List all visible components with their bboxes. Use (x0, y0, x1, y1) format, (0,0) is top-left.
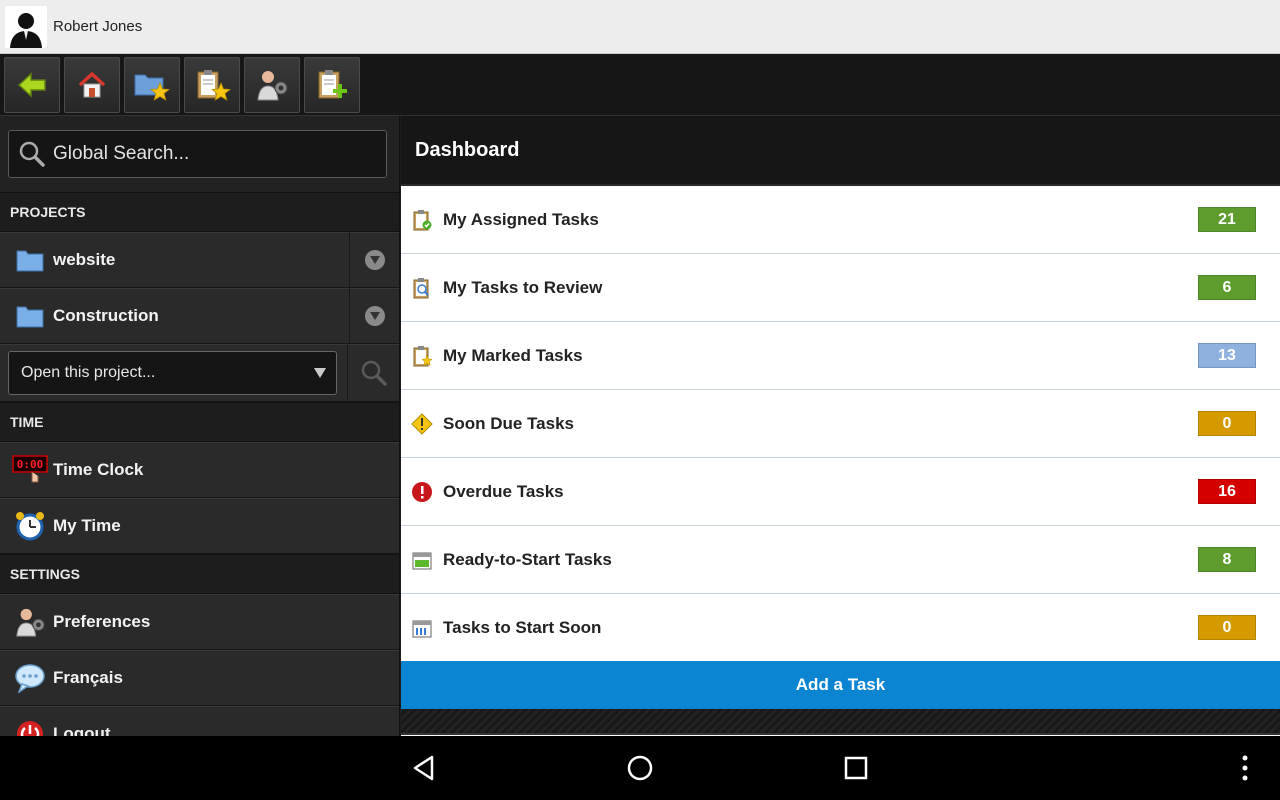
folder-star-icon (134, 74, 171, 101)
triangle-back-icon (413, 755, 434, 781)
project-item-website[interactable]: website (0, 232, 399, 288)
chevron-down-icon (364, 250, 385, 270)
dropdown-arrow-icon (314, 368, 327, 378)
task-count-badge: 16 (1198, 479, 1256, 504)
project-item-construction[interactable]: Construction (0, 288, 399, 344)
clipboard-check-icon (411, 209, 433, 231)
home-button[interactable] (64, 56, 120, 113)
avatar[interactable] (5, 5, 47, 48)
open-project-placeholder: Open this project... (21, 364, 156, 381)
nav-overflow-button[interactable] (1229, 752, 1261, 784)
calendar-green-icon (411, 549, 433, 571)
page-title: Dashboard (401, 116, 1280, 186)
task-count-badge: 21 (1198, 207, 1256, 232)
user-settings-button[interactable] (244, 56, 300, 113)
project-label: Construction (53, 306, 159, 325)
sidebar-item-my-time[interactable]: My Time (0, 498, 399, 554)
sidebar-item-language[interactable]: Français (0, 650, 399, 706)
task-row-review[interactable]: My Tasks to Review 6 (401, 254, 1280, 322)
nav-recents-button[interactable] (840, 752, 872, 784)
clipboard-star-icon (197, 69, 231, 101)
task-row-ready-to-start[interactable]: Ready-to-Start Tasks 8 (401, 526, 1280, 594)
task-label: Overdue Tasks (443, 481, 564, 501)
footer-pattern (401, 709, 1280, 735)
more-vertical-icon (1242, 755, 1248, 781)
favorite-projects-button[interactable] (124, 56, 180, 113)
search-icon (361, 360, 387, 386)
clipboard-star-icon (411, 345, 433, 367)
user-gear-icon (8, 606, 52, 638)
projects-heading: PROJECTS (0, 192, 399, 232)
alarm-clock-icon (8, 510, 52, 542)
add-task-button[interactable]: Add a Task (401, 661, 1280, 709)
settings-heading: SETTINGS (0, 554, 399, 594)
home-icon (78, 71, 106, 97)
user-silhouette-icon (10, 12, 42, 48)
open-project-select[interactable]: Open this project... (8, 351, 338, 395)
sidebar-item-label: Preferences (53, 612, 151, 631)
global-search-area (0, 116, 399, 192)
sidebar-item-label: Logout (53, 724, 111, 736)
new-task-button[interactable] (304, 56, 360, 113)
task-row-assigned[interactable]: My Assigned Tasks 21 (401, 186, 1280, 254)
task-count-badge: 0 (1198, 411, 1256, 436)
folder-icon (8, 248, 52, 272)
calendar-blue-icon (411, 617, 433, 639)
nav-back-button[interactable] (408, 752, 440, 784)
project-expand-button[interactable] (349, 288, 399, 344)
task-row-overdue[interactable]: Overdue Tasks 16 (401, 458, 1280, 526)
task-label: My Assigned Tasks (443, 209, 599, 229)
power-icon (8, 719, 52, 736)
sidebar-item-time-clock[interactable]: 0:00 Time Clock (0, 442, 399, 498)
task-count-badge: 13 (1198, 343, 1256, 368)
task-row-marked[interactable]: My Marked Tasks 13 (401, 322, 1280, 390)
sidebar-item-label: Français (53, 668, 123, 687)
task-row-soon-due[interactable]: Soon Due Tasks 0 (401, 390, 1280, 458)
task-row-start-soon[interactable]: Tasks to Start Soon 0 (401, 594, 1280, 662)
nav-home-button[interactable] (624, 752, 656, 784)
task-label: Soon Due Tasks (443, 413, 574, 433)
global-search-input[interactable] (53, 143, 353, 165)
open-project-search-button[interactable] (347, 344, 399, 402)
folder-icon (8, 304, 52, 328)
clipboard-magnifier-icon (411, 277, 433, 299)
system-nav-bar (0, 736, 1280, 800)
chevron-down-icon (364, 306, 385, 326)
task-count-badge: 6 (1198, 275, 1256, 300)
sidebar-item-logout[interactable]: Logout (0, 706, 399, 736)
project-label: website (53, 250, 116, 269)
sidebar: PROJECTS website Construction Open this … (0, 116, 400, 736)
task-count-badge: 0 (1198, 615, 1256, 640)
clipboard-add-icon (318, 69, 347, 98)
user-gear-icon (257, 70, 288, 100)
sidebar-item-preferences[interactable]: Preferences (0, 594, 399, 650)
task-count-badge: 8 (1198, 547, 1256, 572)
warning-icon (411, 412, 433, 435)
open-project-row: Open this project... (0, 344, 399, 402)
circle-home-icon (627, 755, 653, 781)
back-button[interactable] (4, 56, 60, 113)
sidebar-item-label: My Time (53, 516, 121, 535)
global-search-box[interactable] (8, 130, 387, 178)
sidebar-item-label: Time Clock (53, 460, 144, 479)
user-bar: Robert Jones (0, 0, 1280, 54)
arrow-left-icon (17, 71, 46, 98)
favorite-tasks-button[interactable] (184, 56, 240, 113)
square-recents-icon (844, 756, 868, 780)
speech-bubble-icon (8, 663, 52, 693)
svg-text:0:00: 0:00 (17, 458, 44, 471)
search-icon (19, 141, 45, 167)
task-label: Tasks to Start Soon (443, 617, 602, 637)
toolbar (0, 54, 1280, 116)
error-icon (411, 481, 433, 503)
time-clock-icon: 0:00 (8, 454, 52, 486)
dashboard-panel: Dashboard My Assigned Tasks 21 My Tasks … (401, 116, 1280, 736)
task-label: Ready-to-Start Tasks (443, 549, 612, 569)
project-expand-button[interactable] (349, 232, 399, 288)
task-label: My Marked Tasks (443, 345, 583, 365)
user-name: Robert Jones (53, 18, 143, 35)
time-heading: TIME (0, 402, 399, 442)
task-label: My Tasks to Review (443, 277, 603, 297)
